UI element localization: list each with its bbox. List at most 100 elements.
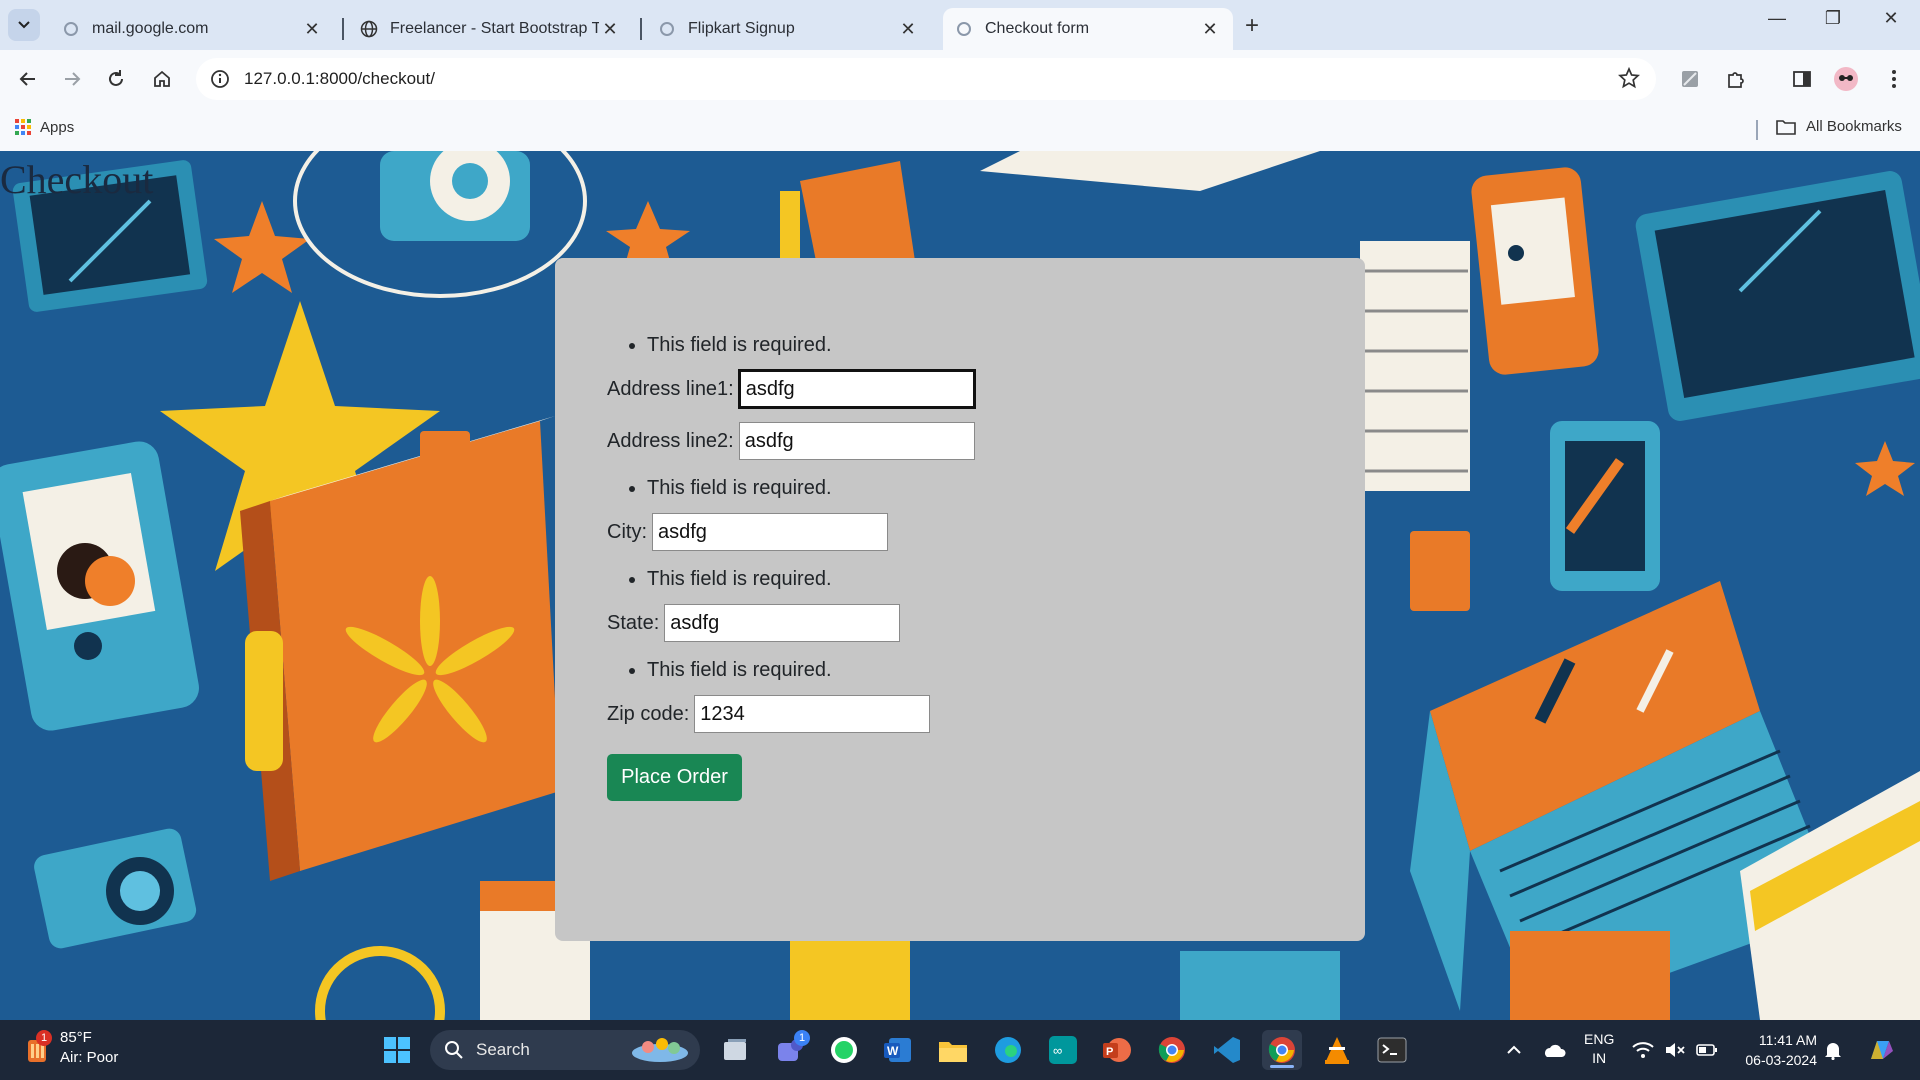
site-info-icon[interactable] (202, 61, 238, 97)
side-panel-icon[interactable] (1786, 63, 1818, 95)
tab-divider (342, 18, 344, 40)
address-line2-label: Address line2: (607, 429, 734, 452)
clock-date: 06-03-2024 (1745, 1052, 1817, 1068)
loading-icon (658, 20, 676, 38)
address-line2-input[interactable] (738, 422, 975, 460)
tab-checkout[interactable]: Checkout form ✕ (943, 8, 1233, 50)
error-message: This field is required. (647, 562, 1307, 596)
chevron-up-icon[interactable] (1494, 1030, 1534, 1070)
reload-icon (109, 70, 123, 86)
error-message: This field is required. (647, 328, 1307, 362)
system-clock[interactable]: 11:41 AM 06-03-2024 (1735, 1030, 1817, 1070)
zip-label: Zip code: (607, 702, 690, 725)
back-button[interactable] (10, 61, 46, 97)
tab-gmail[interactable]: mail.google.com ✕ (50, 8, 335, 50)
state-row: State: (607, 601, 1307, 645)
language-line2: IN (1592, 1050, 1607, 1066)
tab-label: Freelancer - Start Bootstrap The (390, 20, 599, 37)
tab-search-button[interactable] (8, 9, 40, 41)
url-text[interactable]: 127.0.0.1:8000/checkout/ (244, 69, 435, 89)
apps-label: Apps (40, 118, 75, 136)
whatsapp-icon[interactable] (824, 1030, 864, 1070)
chrome-icon[interactable] (1152, 1030, 1192, 1070)
file-explorer-icon[interactable] (933, 1030, 973, 1070)
search-label: Search (476, 1040, 530, 1059)
volume-muted-icon[interactable] (1660, 1030, 1690, 1070)
bookmark-divider (1756, 120, 1758, 140)
close-icon[interactable]: ✕ (1199, 18, 1221, 40)
profile-avatar[interactable] (1830, 63, 1862, 95)
edge-icon[interactable] (988, 1030, 1028, 1070)
address-line1-row: Address line1: (607, 367, 1307, 411)
teams-icon[interactable]: 1 (770, 1030, 810, 1070)
weather-widget[interactable]: 1 85°F Air: Poor (22, 1028, 118, 1068)
taskbar-search[interactable]: Search (430, 1030, 700, 1070)
close-icon[interactable]: ✕ (301, 18, 323, 40)
close-window-button[interactable]: ✕ (1868, 8, 1914, 29)
home-button[interactable] (144, 61, 180, 97)
windows-taskbar: 1 85°F Air: Poor Search 1 W ∞ P ENG IN 1… (0, 1020, 1920, 1080)
zip-row: Zip code: (607, 692, 1307, 736)
address-line1-label: Address line1: (607, 377, 734, 400)
battery-icon[interactable] (1692, 1030, 1722, 1070)
extensions-puzzle-icon[interactable] (1720, 63, 1752, 95)
back-arrow-icon (19, 72, 35, 86)
copilot-icon[interactable] (1860, 1030, 1900, 1070)
tab-flipkart[interactable]: Flipkart Signup ✕ (646, 8, 931, 50)
state-input[interactable] (664, 604, 901, 642)
word-icon[interactable]: W (878, 1030, 918, 1070)
reload-button[interactable] (98, 61, 134, 97)
vscode-icon[interactable] (1207, 1030, 1247, 1070)
svg-text:W: W (887, 1044, 899, 1058)
minimize-button[interactable]: — (1754, 8, 1800, 29)
restore-button[interactable]: ❐ (1810, 8, 1856, 29)
close-icon[interactable]: ✕ (599, 18, 621, 40)
all-bookmarks-button[interactable]: All Bookmarks (1776, 118, 1902, 135)
error-message: This field is required. (647, 471, 1307, 505)
language-indicator[interactable]: ENG IN (1584, 1030, 1614, 1068)
checkout-card: This field is required. Address line1: A… (555, 258, 1365, 941)
city-label: City: (607, 520, 647, 543)
running-indicator (1270, 1065, 1294, 1068)
tab-freelancer[interactable]: Freelancer - Start Bootstrap The ✕ (348, 8, 633, 50)
place-order-button[interactable]: Place Order (607, 754, 742, 801)
powerpoint-icon[interactable]: P (1097, 1030, 1137, 1070)
weather-temp: 85°F (60, 1029, 92, 1046)
all-bookmarks-label: All Bookmarks (1806, 118, 1902, 135)
zip-input[interactable] (694, 695, 931, 733)
extension-icon[interactable] (1674, 63, 1706, 95)
chrome-active-icon[interactable] (1262, 1030, 1302, 1070)
apps-grid-icon (15, 119, 31, 135)
arduino-icon[interactable]: ∞ (1043, 1030, 1083, 1070)
wifi-icon[interactable] (1628, 1030, 1658, 1070)
error-list: This field is required. (647, 328, 1307, 362)
loading-icon (62, 20, 80, 38)
task-view-icon[interactable] (715, 1030, 755, 1070)
error-list: This field is required. (647, 471, 1307, 505)
vlc-icon[interactable] (1317, 1030, 1357, 1070)
more-menu-icon[interactable] (1878, 63, 1910, 95)
windows-logo-icon (384, 1037, 410, 1063)
start-button[interactable] (377, 1030, 417, 1070)
forward-button[interactable] (54, 61, 90, 97)
notification-bell-icon[interactable] (1818, 1030, 1848, 1070)
svg-text:∞: ∞ (1053, 1043, 1062, 1058)
new-tab-button[interactable]: + (1245, 12, 1259, 40)
svg-text:P: P (1106, 1046, 1113, 1058)
city-row: City: (607, 510, 1307, 554)
error-message: This field is required. (647, 653, 1307, 687)
language-line1: ENG (1584, 1031, 1615, 1047)
address-bar[interactable]: 127.0.0.1:8000/checkout/ (196, 58, 1656, 100)
search-icon (445, 1041, 463, 1059)
address-line2-row: Address line2: (607, 419, 1307, 463)
terminal-icon[interactable] (1372, 1030, 1412, 1070)
close-icon[interactable]: ✕ (897, 18, 919, 40)
bookmark-star-icon[interactable] (1618, 66, 1640, 94)
onedrive-cloud-icon[interactable] (1534, 1030, 1574, 1070)
globe-icon (360, 20, 378, 38)
state-label: State: (607, 611, 660, 634)
city-input[interactable] (652, 513, 888, 551)
apps-bookmark[interactable]: Apps (14, 118, 74, 136)
tab-label: Checkout form (985, 20, 1090, 37)
address-line1-input[interactable] (737, 369, 976, 409)
